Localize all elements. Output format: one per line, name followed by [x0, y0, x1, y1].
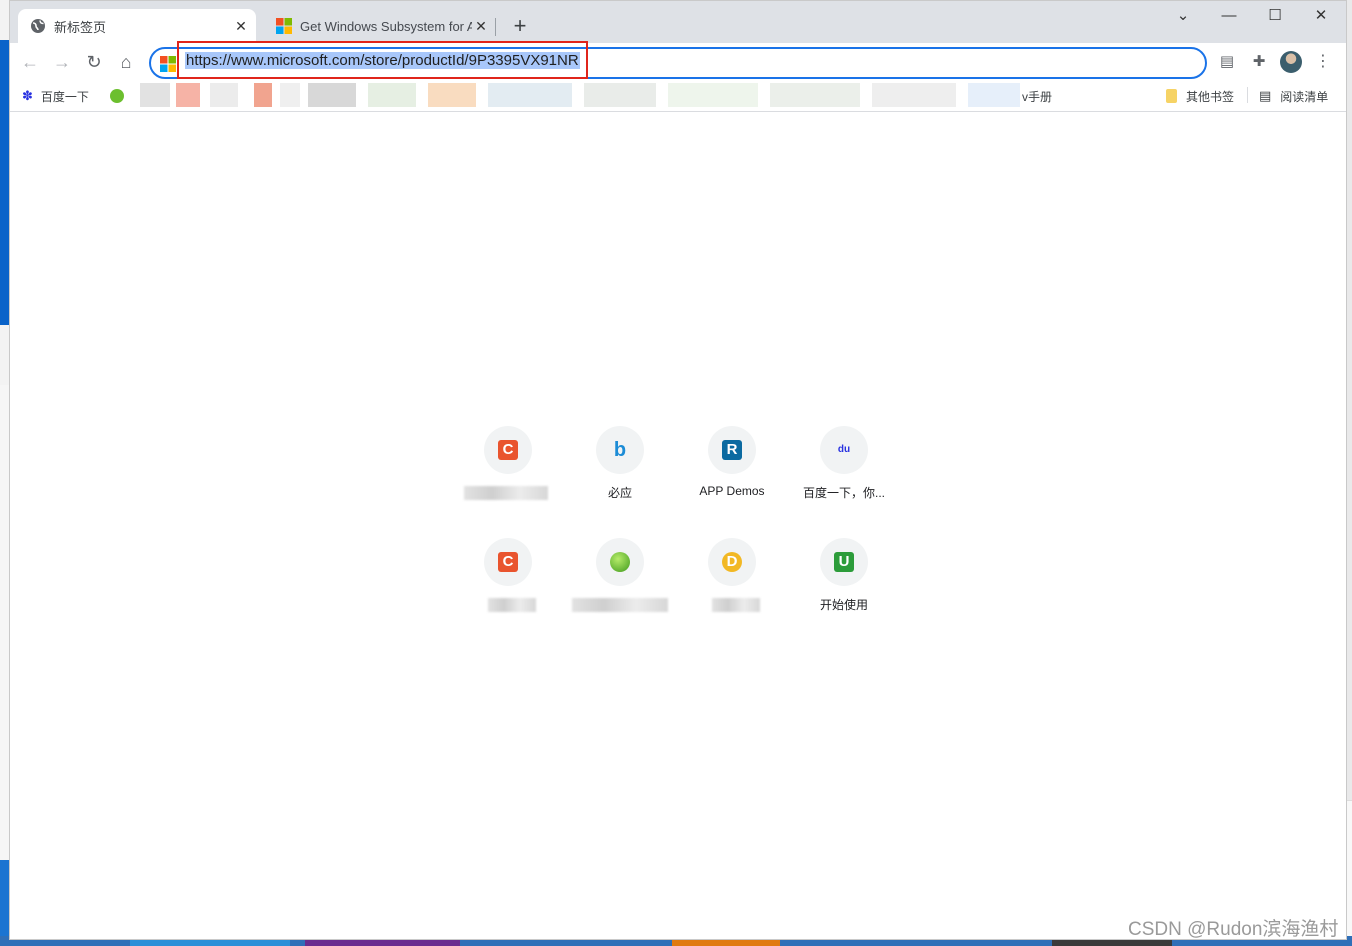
- shortcut-tile[interactable]: du 百度一下，你...: [788, 422, 900, 534]
- reading-list-button[interactable]: ▤ 阅读清单: [1259, 86, 1328, 106]
- blurred-bookmark[interactable]: [280, 83, 300, 107]
- microsoft-logo-icon: [160, 56, 176, 72]
- shortcut-icon-circle: D: [708, 538, 756, 586]
- profile-avatar[interactable]: [1280, 51, 1302, 73]
- minimize-button[interactable]: —: [1206, 1, 1252, 33]
- bookmark-v-manual[interactable]: v手册: [1022, 86, 1052, 106]
- blurred-bookmark[interactable]: [428, 83, 476, 107]
- shortcut-icon-circle: C: [484, 426, 532, 474]
- shortcut-label: 必应: [607, 486, 632, 500]
- csdn-watermark: CSDN @Rudon滨海渔村: [1128, 919, 1339, 940]
- shortcut-icon-circle: C: [484, 538, 532, 586]
- shortcut-tile[interactable]: b 必应: [564, 422, 676, 534]
- bookmark-label: v手册: [1022, 89, 1053, 104]
- blurred-bookmark[interactable]: [488, 83, 572, 107]
- blurred-bookmark[interactable]: [872, 83, 956, 107]
- extensions-puzzle-icon[interactable]: ✚: [1248, 51, 1270, 73]
- bookmark-green-site[interactable]: [110, 86, 124, 106]
- shortcut-icon-circle: du: [820, 426, 868, 474]
- folder-icon: [1166, 89, 1177, 103]
- blurred-bookmark[interactable]: [176, 83, 200, 107]
- bing-icon: b: [613, 439, 627, 461]
- microsoft-logo-icon: [276, 18, 292, 34]
- tab-new-tab[interactable]: 新标签页 ✕: [18, 9, 256, 43]
- url-text[interactable]: https://www.microsoft.com/store/productI…: [185, 51, 580, 69]
- desktop-background-left: [0, 0, 9, 946]
- baidu-paw-icon: ✽: [22, 88, 33, 103]
- baidu-paw-icon: du: [837, 444, 851, 455]
- new-tab-plus-icon[interactable]: +: [506, 12, 534, 40]
- green-ball-icon: [610, 552, 630, 572]
- globe-icon: [31, 19, 45, 33]
- blurred-bookmark[interactable]: [308, 83, 356, 107]
- bookmarks-bar: ✽ 百度一下 v手册 其他书签 ▤ 阅读清单: [10, 81, 1346, 112]
- blurred-shortcut-label: [572, 598, 668, 612]
- d-coin-icon: D: [722, 552, 742, 572]
- reading-list-icon: ▤: [1259, 88, 1272, 103]
- shortcut-label: APP Demos: [699, 484, 765, 498]
- shortcut-tile[interactable]: C: [452, 534, 564, 646]
- tab-title: Get Windows Subsystem for A: [300, 18, 472, 34]
- reload-icon[interactable]: ↻: [80, 48, 108, 76]
- blurred-bookmark[interactable]: [254, 83, 272, 107]
- blurred-bookmark[interactable]: [770, 83, 860, 107]
- csdn-icon: C: [498, 552, 518, 572]
- tab-wsa-store[interactable]: Get Windows Subsystem for A ✕: [264, 9, 496, 43]
- shortcut-tile[interactable]: D: [676, 534, 788, 646]
- blurred-bookmark[interactable]: [210, 83, 238, 107]
- shortcut-icon-circle: R: [708, 426, 756, 474]
- other-bookmarks-folder[interactable]: 其他书签: [1166, 86, 1234, 106]
- bookmark-label: 百度一下: [40, 89, 89, 104]
- address-bar[interactable]: https://www.microsoft.com/store/productI…: [149, 41, 1207, 79]
- blurred-bookmark[interactable]: [668, 83, 758, 107]
- bookmark-divider: [1247, 87, 1248, 103]
- reading-mode-icon[interactable]: ▤: [1216, 51, 1238, 73]
- csdn-icon: C: [498, 440, 518, 460]
- home-icon[interactable]: ⌂: [112, 48, 140, 76]
- shortcut-label: 百度一下，你...: [802, 486, 885, 500]
- blurred-bookmark[interactable]: [584, 83, 656, 107]
- url-highlight-box: https://www.microsoft.com/store/productI…: [177, 41, 588, 79]
- shortcut-label: 开始使用: [819, 598, 868, 612]
- shortcut-tile[interactable]: R APP Demos: [676, 422, 788, 534]
- shortcut-icon-circle: b: [596, 426, 644, 474]
- bookmark-baidu[interactable]: ✽ 百度一下: [22, 86, 89, 106]
- blurred-shortcut-label: [488, 598, 536, 612]
- close-window-button[interactable]: ✕: [1298, 1, 1344, 33]
- shortcut-tile[interactable]: C: [452, 422, 564, 534]
- u-icon: U: [834, 552, 854, 572]
- shortcut-icon-circle: [596, 538, 644, 586]
- bookmark-label: 其他书签: [1186, 89, 1235, 104]
- bookmark-label: 阅读清单: [1280, 89, 1329, 104]
- tab-close-icon[interactable]: ✕: [472, 18, 490, 35]
- tab-title: 新标签页: [54, 19, 107, 35]
- tab-search-chevron-icon[interactable]: ⌄: [1160, 1, 1206, 33]
- maximize-button[interactable]: ☐: [1252, 1, 1298, 33]
- tab-close-icon[interactable]: ✕: [232, 18, 250, 35]
- shortcut-tile[interactable]: [564, 534, 676, 646]
- back-arrow-icon[interactable]: ←: [16, 48, 44, 76]
- menu-kebab-icon[interactable]: ⋮: [1312, 51, 1334, 73]
- tab-separator: [495, 18, 496, 36]
- browser-toolbar: ← → ↻ ⌂ https://www.microsoft.com/store/…: [10, 41, 1346, 81]
- browser-window: 新标签页 ✕ Get Windows Subsystem for A ✕ + ⌄…: [9, 0, 1347, 940]
- new-tab-page: C b 必应 R APP Demos du 百度一下，你... C D U 开始…: [10, 112, 1346, 939]
- blurred-shortcut-label: [712, 598, 760, 612]
- tab-strip: 新标签页 ✕ Get Windows Subsystem for A ✕ + ⌄…: [10, 1, 1346, 43]
- blurred-bookmark[interactable]: [368, 83, 416, 107]
- blurred-bookmark[interactable]: [140, 83, 170, 107]
- blurred-bookmark[interactable]: [968, 83, 1020, 107]
- green-ball-icon: [110, 89, 124, 103]
- forward-arrow-icon[interactable]: →: [48, 48, 76, 76]
- shortcut-icon-circle: U: [820, 538, 868, 586]
- shortcut-tile[interactable]: U 开始使用: [788, 534, 900, 646]
- blurred-shortcut-label: [464, 486, 548, 500]
- r-icon: R: [722, 440, 742, 460]
